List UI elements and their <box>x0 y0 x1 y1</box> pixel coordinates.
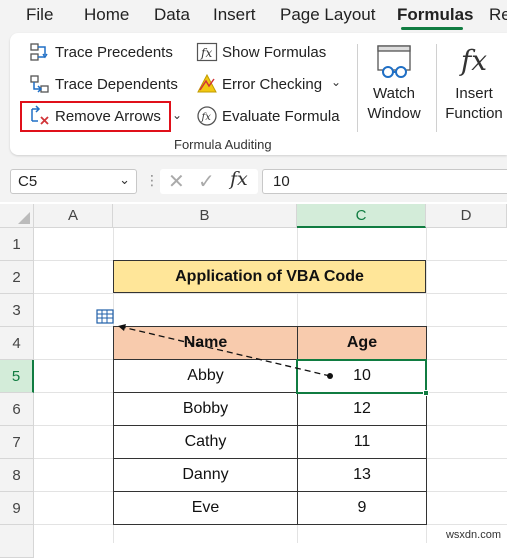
trace-arrow-overlay <box>96 309 333 379</box>
trace-dependent-arrow <box>117 325 331 377</box>
arrow-origin-dot <box>327 373 333 379</box>
worksheet-icon <box>96 309 114 324</box>
arrow-head-icon <box>118 324 126 331</box>
watermark: wsxdn.com <box>445 529 501 541</box>
